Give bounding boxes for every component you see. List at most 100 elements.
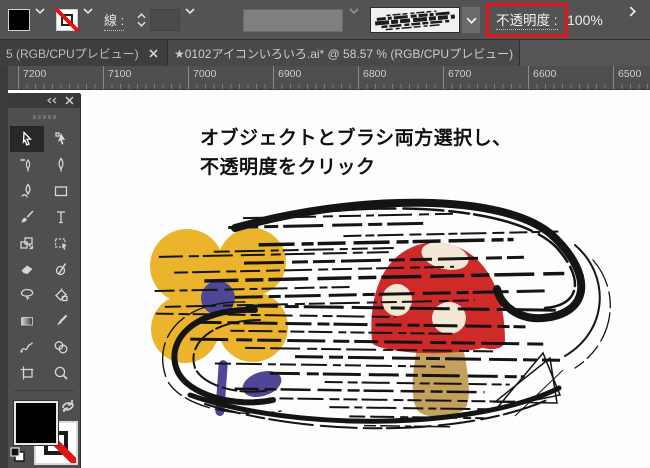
flower-leaf: [242, 371, 282, 397]
tab-close-button[interactable]: [149, 48, 158, 58]
ruler-segment: 6900: [273, 66, 358, 89]
fill-swatch[interactable]: [14, 401, 58, 445]
stroke-color-dropdown[interactable]: [80, 0, 96, 22]
tool-eraser[interactable]: [10, 256, 44, 282]
brush-dropdown[interactable]: [462, 7, 480, 33]
none-slash-icon: [55, 8, 79, 32]
tool-shape-builder[interactable]: [44, 256, 78, 282]
swap-fill-stroke-icon[interactable]: [60, 399, 76, 413]
more-options-button[interactable]: [624, 0, 640, 22]
artboard-icon: [20, 366, 34, 380]
flower-mushroom-artwork[interactable]: [95, 190, 625, 438]
lasso-icon: [20, 288, 34, 301]
ruler-label: 7100: [108, 68, 132, 80]
cap-spot: [432, 302, 466, 334]
fill-color-swatch[interactable]: [8, 9, 30, 31]
ruler-label: 6700: [448, 68, 472, 80]
tool-live-paint-bucket[interactable]: [44, 282, 78, 308]
instruction-text: オブジェクトとブラシ両方選択し、 不透明度をクリック: [200, 124, 512, 182]
live-paint-bucket-icon: [55, 288, 68, 302]
opacity-value[interactable]: 100%: [567, 12, 603, 28]
tool-delete-anchor-point[interactable]: [10, 152, 44, 178]
tool-scale[interactable]: [10, 230, 44, 256]
tool-group-selection[interactable]: [44, 230, 78, 256]
chevron-down-icon: [465, 17, 477, 24]
opacity-panel-link[interactable]: 不透明度 :: [496, 13, 558, 30]
illustrator-window: 線 : 不透明度: 100% 5 (RGB/CPUプレビュー) ★0102アイ…: [0, 0, 650, 468]
zoom-icon: [54, 366, 68, 380]
ruler-label: 6800: [363, 68, 387, 80]
stroke-color-swatch[interactable]: [55, 8, 79, 32]
tool-symbol-sprayer[interactable]: [44, 334, 78, 360]
tool-paintbrush[interactable]: [10, 204, 44, 230]
group-selection-icon: [54, 238, 67, 250]
cap-spot: [382, 284, 412, 316]
symbol-sprayer-icon: [54, 341, 68, 354]
fill-stroke-controls: [8, 395, 80, 468]
ruler-label: 6500: [618, 68, 642, 80]
rectangle-icon: [54, 186, 68, 197]
ruler-segment: 7100: [103, 66, 188, 89]
chevron-down-icon: [35, 8, 45, 14]
tools-panel: [8, 93, 80, 468]
options-bar: 線 : 不透明度: 100%: [0, 0, 650, 40]
instruction-line-2: 不透明度をクリック: [200, 157, 376, 178]
collapse-panel-icon[interactable]: [47, 97, 57, 104]
tool-zoom[interactable]: [44, 360, 78, 386]
tool-puppet-warp[interactable]: [10, 334, 44, 360]
gradient-icon: [21, 317, 33, 326]
panel-drag-grip[interactable]: [8, 108, 80, 126]
eraser-icon: [21, 265, 33, 274]
chevron-down-icon: [349, 8, 359, 14]
delete-anchor-point-icon: [20, 158, 31, 172]
width-profile-chevron[interactable]: [346, 0, 362, 22]
tab-label: 5 (RGB/CPUプレビュー): [6, 46, 139, 61]
default-fill-stroke-icon[interactable]: [10, 447, 26, 463]
tool-lasso[interactable]: [10, 282, 44, 308]
tool-artboard[interactable]: [10, 360, 44, 386]
brush-definition-preview[interactable]: [370, 7, 460, 33]
document-tab-active[interactable]: ★0102アイコンいろいろ.ai* @ 58.57 % (RGB/CPUプレビュ…: [168, 40, 520, 66]
selection-icon: [22, 131, 32, 146]
panel-divider: [14, 390, 74, 391]
charcoal-brush-stroke-icon: [374, 10, 456, 31]
document-tab-inactive[interactable]: 5 (RGB/CPUプレビュー): [0, 40, 168, 66]
chevron-down-icon: [136, 21, 146, 27]
instruction-line-1: オブジェクトとブラシ両方選択し、: [200, 128, 512, 149]
tool-curvature[interactable]: [10, 178, 44, 204]
tool-eyedropper[interactable]: [44, 308, 78, 334]
ruler-label: 6900: [278, 68, 302, 80]
tool-rectangle[interactable]: [44, 178, 78, 204]
stroke-weight-stepper[interactable]: [134, 0, 148, 40]
tools-panel-header: [8, 93, 80, 108]
curvature-icon: [21, 183, 31, 198]
chevron-down-icon: [185, 8, 195, 14]
tool-selection[interactable]: [10, 126, 44, 152]
stroke-panel-link[interactable]: 線 :: [104, 10, 125, 31]
tool-gradient[interactable]: [10, 308, 44, 334]
eyedropper-icon: [57, 314, 68, 326]
tool-direct-selection[interactable]: [44, 126, 78, 152]
scale-icon: [20, 237, 34, 250]
close-icon: [149, 48, 158, 58]
tool-pen[interactable]: [44, 152, 78, 178]
ruler-segment: 7200: [18, 66, 103, 89]
ruler-segment: 6600: [528, 66, 613, 89]
document-tab-bar: 5 (RGB/CPUプレビュー) ★0102アイコンいろいろ.ai* @ 58.…: [0, 40, 650, 66]
chevron-up-icon: [136, 13, 146, 19]
width-profile-dropdown[interactable]: [243, 8, 343, 32]
tool-type[interactable]: [44, 204, 78, 230]
ruler-label: 7000: [193, 68, 217, 80]
ruler-segment: 7000: [188, 66, 273, 89]
direct-selection-icon: [55, 132, 65, 145]
fill-color-dropdown[interactable]: [32, 0, 48, 22]
ruler-segment: 6500: [613, 66, 650, 89]
tab-label: ★0102アイコンいろいろ.ai* @ 58.57 % (RGB/CPUプレビュ…: [174, 46, 514, 61]
ruler-label: 6600: [533, 68, 557, 80]
stroke-weight-input[interactable]: [150, 9, 180, 31]
stroke-weight-dropdown[interactable]: [182, 0, 198, 22]
type-icon: [57, 211, 65, 224]
close-panel-icon[interactable]: [65, 96, 74, 105]
pen-icon: [58, 157, 64, 172]
horizontal-ruler: 7200 7100 7000 6900 6800 6700 6600 6500: [0, 66, 650, 90]
